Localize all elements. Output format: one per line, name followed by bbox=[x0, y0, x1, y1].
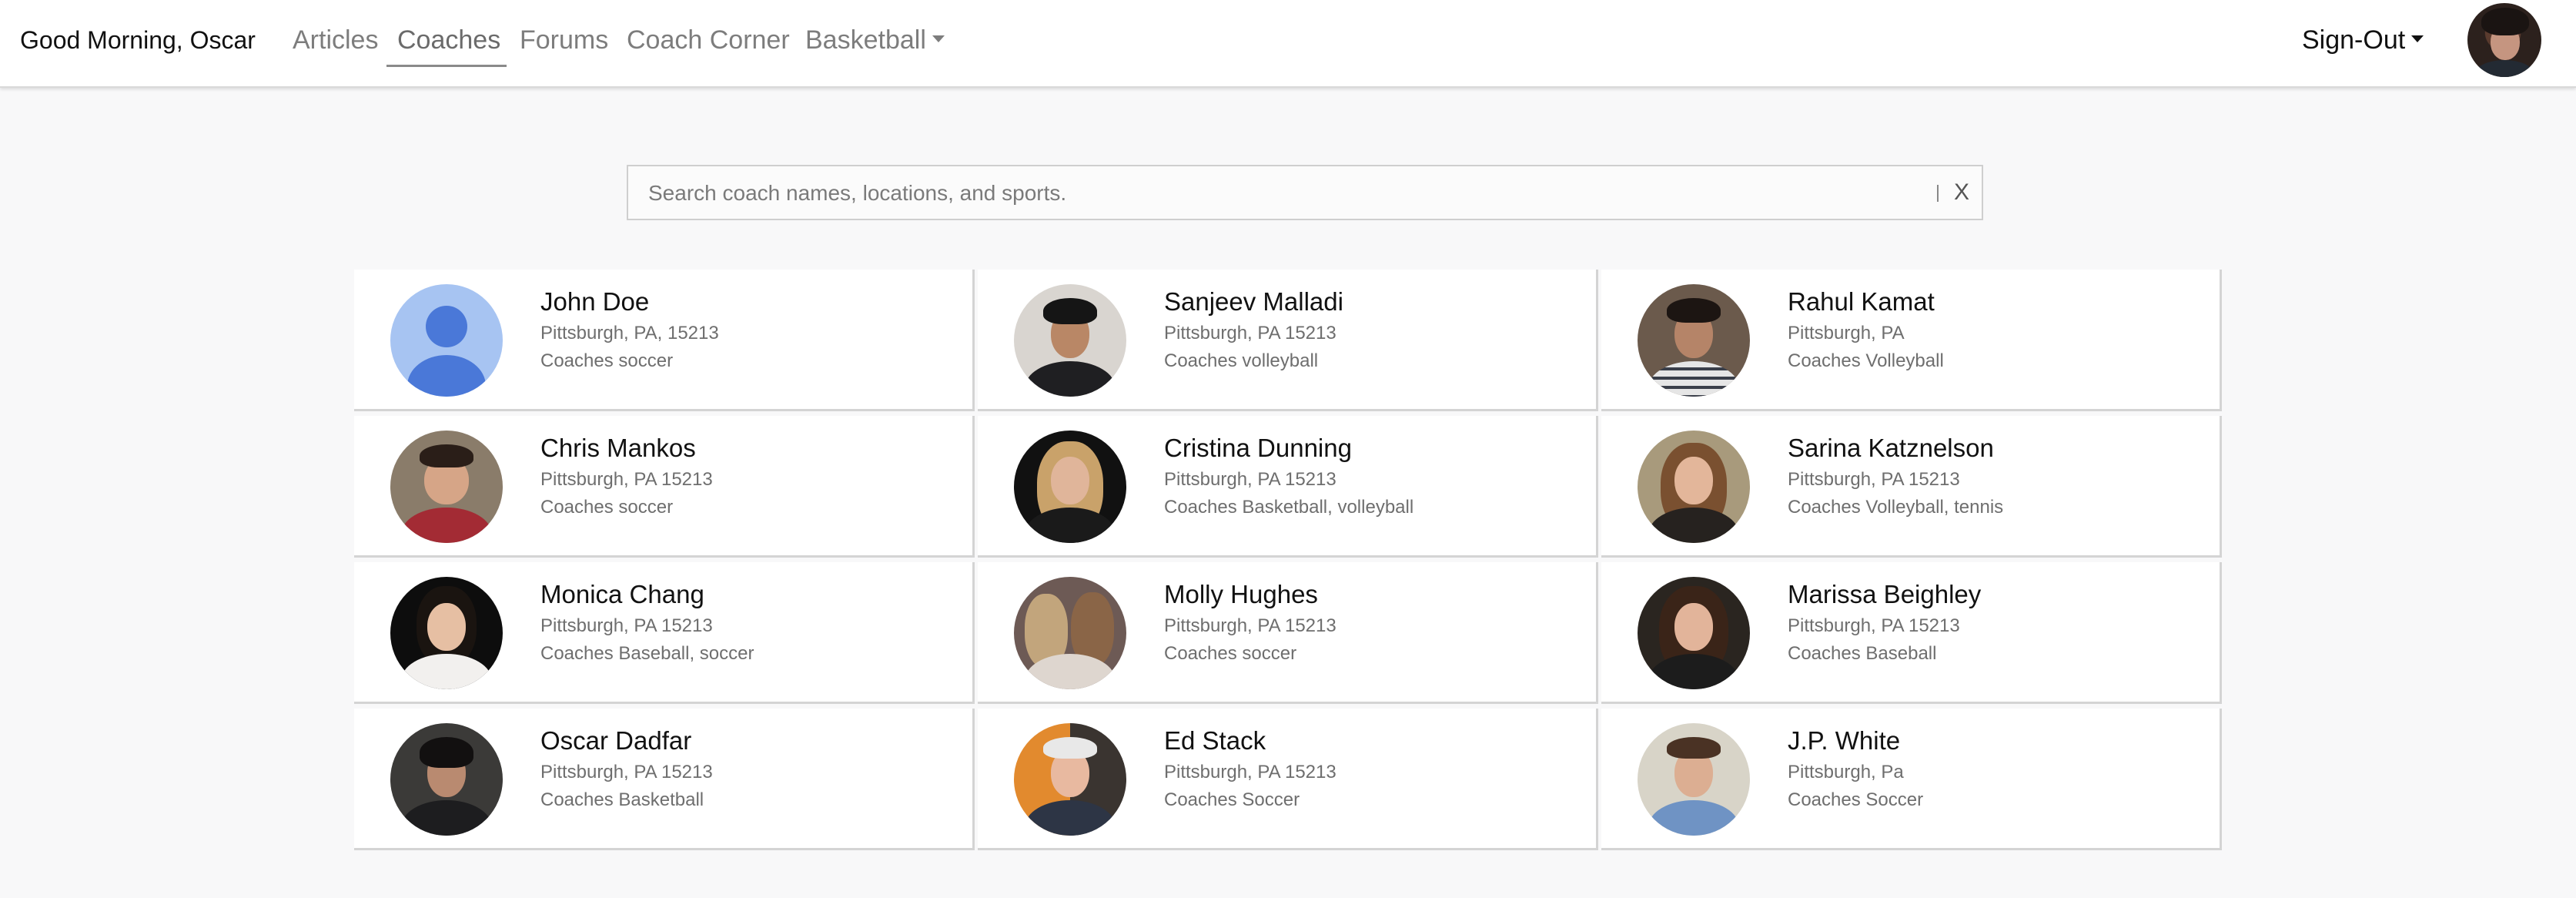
coach-sports: Coaches Basketball bbox=[540, 789, 704, 810]
nav-link-articles[interactable]: Articles bbox=[293, 25, 378, 55]
coach-name: Monica Chang bbox=[540, 580, 704, 608]
default-avatar-icon bbox=[390, 284, 503, 397]
coach-card[interactable]: Sanjeev Malladi Pittsburgh, PA 15213 Coa… bbox=[978, 270, 1598, 411]
coach-photo bbox=[1014, 577, 1126, 689]
coach-photo bbox=[390, 577, 503, 689]
user-avatar[interactable] bbox=[2467, 3, 2541, 77]
coach-location: Pittsburgh, PA, 15213 bbox=[540, 323, 719, 343]
greeting-text: Good Morning, Oscar bbox=[20, 26, 256, 54]
nav-dropdown-basketball[interactable]: Basketball bbox=[805, 25, 945, 55]
coach-photo bbox=[1638, 723, 1750, 836]
coach-location: Pittsburgh, PA 15213 bbox=[540, 469, 713, 490]
coach-name: Sanjeev Malladi bbox=[1164, 287, 1343, 316]
coach-sports: Coaches soccer bbox=[540, 497, 674, 518]
coach-sports: Coaches Soccer bbox=[1788, 789, 1924, 810]
coach-sports: Coaches Volleyball, tennis bbox=[1788, 497, 2004, 518]
coach-card[interactable]: Monica Chang Pittsburgh, PA 15213 Coache… bbox=[354, 562, 975, 704]
signout-label: Sign-Out bbox=[2302, 25, 2406, 55]
coach-location: Pittsburgh, Pa bbox=[1788, 762, 1904, 782]
coach-card[interactable]: Cristina Dunning Pittsburgh, PA 15213 Co… bbox=[978, 416, 1598, 558]
coach-location: Pittsburgh, PA 15213 bbox=[1164, 323, 1337, 343]
coach-location: Pittsburgh, PA 15213 bbox=[540, 762, 713, 782]
signout-dropdown[interactable]: Sign-Out bbox=[2302, 25, 2424, 55]
coach-name: Cristina Dunning bbox=[1164, 434, 1352, 462]
coach-card[interactable]: Ed Stack Pittsburgh, PA 15213 Coaches So… bbox=[978, 709, 1598, 850]
caret-down-icon bbox=[932, 35, 945, 42]
coach-sports: Coaches Basketball, volleyball bbox=[1164, 497, 1414, 518]
coach-card[interactable]: John Doe Pittsburgh, PA, 15213 Coaches s… bbox=[354, 270, 975, 411]
coach-name: Marissa Beighley bbox=[1788, 580, 1982, 608]
coach-photo bbox=[390, 431, 503, 543]
coach-name: Molly Hughes bbox=[1164, 580, 1318, 608]
coach-card[interactable]: Marissa Beighley Pittsburgh, PA 15213 Co… bbox=[1601, 562, 2222, 704]
active-tab-indicator bbox=[386, 65, 507, 67]
coach-card[interactable]: Molly Hughes Pittsburgh, PA 15213 Coache… bbox=[978, 562, 1598, 704]
search-cursor-divider bbox=[1937, 185, 1939, 202]
coach-name: J.P. White bbox=[1788, 726, 1901, 755]
coach-sports: Coaches Baseball, soccer bbox=[540, 643, 754, 664]
coach-name: John Doe bbox=[540, 287, 650, 316]
nav-link-forums[interactable]: Forums bbox=[520, 25, 608, 55]
coach-card[interactable]: Oscar Dadfar Pittsburgh, PA 15213 Coache… bbox=[354, 709, 975, 850]
coach-sports: Coaches soccer bbox=[540, 350, 674, 371]
coach-name: Rahul Kamat bbox=[1788, 287, 1935, 316]
coach-photo bbox=[1014, 723, 1126, 836]
coach-card[interactable]: Chris Mankos Pittsburgh, PA 15213 Coache… bbox=[354, 416, 975, 558]
coach-sports: Coaches volleyball bbox=[1164, 350, 1319, 371]
search-input[interactable] bbox=[648, 177, 1926, 209]
nav-link-coaches[interactable]: Coaches bbox=[397, 25, 500, 55]
coach-location: Pittsburgh, PA 15213 bbox=[540, 615, 713, 636]
coach-location: Pittsburgh, PA 15213 bbox=[1164, 469, 1337, 490]
coach-name: Ed Stack bbox=[1164, 726, 1266, 755]
coach-sports: Coaches Volleyball bbox=[1788, 350, 1944, 371]
clear-search-button[interactable]: X bbox=[1954, 179, 1969, 206]
coach-card[interactable]: J.P. White Pittsburgh, Pa Coaches Soccer bbox=[1601, 709, 2222, 850]
coach-sports: Coaches Soccer bbox=[1164, 789, 1300, 810]
search-box: X bbox=[627, 165, 1983, 220]
coach-sports: Coaches Baseball bbox=[1788, 643, 1937, 664]
coach-grid: John Doe Pittsburgh, PA, 15213 Coaches s… bbox=[354, 270, 2225, 852]
coach-photo bbox=[1638, 431, 1750, 543]
nav-dropdown-label: Basketball bbox=[805, 25, 926, 55]
caret-down-icon bbox=[2411, 35, 2424, 42]
coach-card[interactable]: Rahul Kamat Pittsburgh, PA Coaches Volle… bbox=[1601, 270, 2222, 411]
coach-photo bbox=[1014, 284, 1126, 397]
coach-photo bbox=[1014, 431, 1126, 543]
coach-sports: Coaches soccer bbox=[1164, 643, 1297, 664]
coach-location: Pittsburgh, PA 15213 bbox=[1164, 615, 1337, 636]
coach-location: Pittsburgh, PA 15213 bbox=[1788, 615, 1960, 636]
coach-name: Sarina Katznelson bbox=[1788, 434, 1994, 462]
coach-photo bbox=[1638, 577, 1750, 689]
coach-location: Pittsburgh, PA bbox=[1788, 323, 1905, 343]
coach-location: Pittsburgh, PA 15213 bbox=[1164, 762, 1337, 782]
coach-photo bbox=[390, 723, 503, 836]
coach-name: Oscar Dadfar bbox=[540, 726, 692, 755]
coach-card[interactable]: Sarina Katznelson Pittsburgh, PA 15213 C… bbox=[1601, 416, 2222, 558]
coach-name: Chris Mankos bbox=[540, 434, 696, 462]
top-navbar: Good Morning, Oscar Articles Coaches For… bbox=[0, 0, 2576, 88]
nav-link-coach-corner[interactable]: Coach Corner bbox=[627, 25, 790, 55]
coach-photo bbox=[1638, 284, 1750, 397]
coach-location: Pittsburgh, PA 15213 bbox=[1788, 469, 1960, 490]
